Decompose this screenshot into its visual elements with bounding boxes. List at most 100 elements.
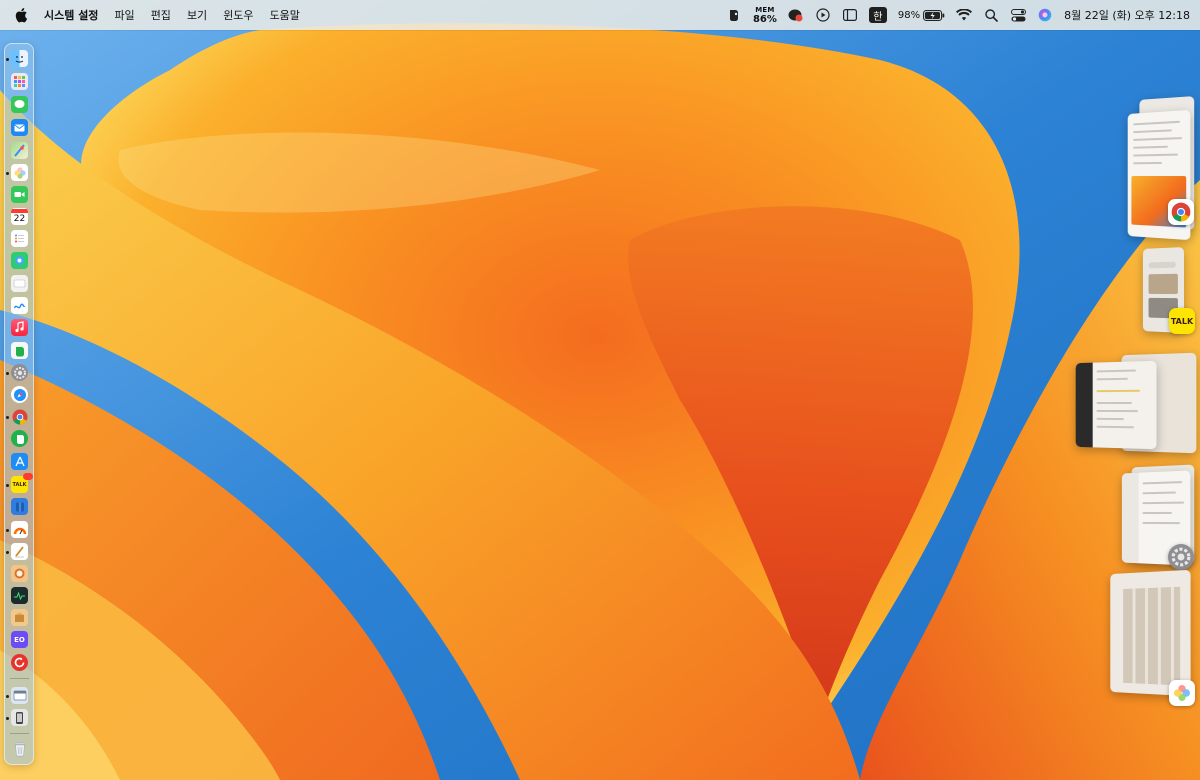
- siri-icon[interactable]: [1037, 7, 1053, 23]
- text-line: [1133, 161, 1162, 165]
- stage-group-chrome[interactable]: [1118, 96, 1198, 243]
- globe-icon: [15, 256, 24, 265]
- stage-group-notes[interactable]: [1070, 352, 1198, 454]
- kakaotalk-icon[interactable]: [788, 7, 804, 23]
- dock-preview[interactable]: [11, 687, 28, 704]
- calendar-day: 22: [13, 213, 26, 224]
- sidebar-icon[interactable]: [842, 7, 858, 23]
- dock-chrome[interactable]: [11, 408, 28, 425]
- box-icon: [15, 612, 24, 622]
- menu-help[interactable]: 도움말: [270, 7, 300, 23]
- photos-icon: [1169, 680, 1195, 706]
- menu-window[interactable]: 윈도우: [223, 7, 253, 23]
- control-center-icon[interactable]: [1010, 7, 1026, 23]
- text-line: [1133, 129, 1172, 134]
- dock-evernote[interactable]: [11, 430, 28, 447]
- text-line: [1096, 377, 1128, 381]
- dock-facetime[interactable]: [11, 186, 28, 203]
- notes-sidebar: [1075, 362, 1093, 448]
- text-line: [1096, 425, 1134, 429]
- facetime-icon: [14, 192, 25, 197]
- battery-percent[interactable]: 98%: [898, 10, 920, 21]
- text-line: [1096, 389, 1141, 393]
- kakaotalk-icon: TALK: [1169, 308, 1195, 334]
- dock-app-3[interactable]: [11, 275, 28, 292]
- dock-app-store[interactable]: [11, 453, 28, 470]
- photo-grid: [1123, 586, 1181, 686]
- input-method-indicator[interactable]: 한: [868, 7, 887, 23]
- chrome-icon: [1168, 199, 1194, 225]
- stage-window-photos: [1110, 569, 1191, 697]
- running-indicator: [6, 551, 9, 554]
- app-store-icon: [14, 456, 25, 466]
- stage-group-kakaotalk[interactable]: TALK: [1136, 246, 1198, 338]
- text-line: [1133, 120, 1181, 126]
- running-indicator: [6, 58, 9, 61]
- text-line: [1096, 369, 1136, 373]
- dock-app-8[interactable]: EO: [11, 631, 28, 648]
- text-line: [1133, 137, 1183, 141]
- text-line: [1096, 417, 1124, 421]
- text-line: [1142, 521, 1181, 525]
- dock-messages[interactable]: [11, 96, 28, 113]
- evernote-icon[interactable]: [726, 7, 742, 23]
- running-indicator: [6, 416, 9, 419]
- text-line: [1133, 145, 1168, 149]
- running-indicator: [6, 484, 9, 487]
- dock-app-7[interactable]: [11, 609, 28, 626]
- kakaotalk-label: TALK: [12, 481, 27, 488]
- dock-iphone-mirroring[interactable]: [11, 709, 28, 726]
- dock-app-2[interactable]: [11, 252, 28, 269]
- dock-app-5[interactable]: [11, 521, 28, 538]
- dock-maps[interactable]: [11, 142, 28, 159]
- kakaotalk-icon-label: TALK: [1170, 316, 1194, 326]
- dock-music[interactable]: [11, 319, 28, 336]
- datetime-clock[interactable]: 8월 22일 (화) 오후 12:18: [1064, 7, 1190, 23]
- dock-system-settings[interactable]: [11, 364, 28, 381]
- stage-group-system-settings[interactable]: [1116, 464, 1198, 574]
- text-line: [1096, 409, 1139, 413]
- dock-textedit[interactable]: [11, 543, 28, 560]
- notification-badge: [23, 473, 33, 480]
- menu-edit[interactable]: 편집: [151, 7, 171, 23]
- app-name-menu[interactable]: 시스템 설정: [44, 7, 98, 23]
- book-icon: [15, 502, 24, 511]
- dock-photos[interactable]: [11, 164, 28, 181]
- dock-evernote-menu[interactable]: [11, 342, 28, 359]
- dock-app-9[interactable]: [11, 654, 28, 671]
- dock-calendar[interactable]: 22: [11, 208, 28, 225]
- menu-file[interactable]: 파일: [114, 7, 134, 23]
- apple-logo-icon[interactable]: [14, 7, 28, 23]
- refresh-icon: [14, 657, 25, 668]
- activity-monitor-icon: [14, 591, 25, 601]
- dock-activity-monitor[interactable]: [11, 587, 28, 604]
- running-indicator: [6, 372, 9, 375]
- stage-group-photos[interactable]: [1104, 568, 1198, 710]
- window-icon: [13, 279, 26, 288]
- eo-label: EO: [14, 635, 25, 644]
- dock-app-4[interactable]: [11, 498, 28, 515]
- chrome-icon: [12, 409, 27, 425]
- running-indicator: [6, 695, 9, 698]
- settings-sidebar: [1121, 472, 1139, 564]
- dock-reminders[interactable]: [11, 230, 28, 247]
- battery-charging-icon[interactable]: [923, 7, 945, 23]
- memory-status[interactable]: MEM 86%: [753, 6, 777, 25]
- evernote-icon: [15, 346, 24, 356]
- dock-app-6[interactable]: [11, 565, 28, 582]
- dock-mail[interactable]: [11, 119, 28, 136]
- dock-safari[interactable]: [11, 386, 28, 403]
- text-line: [1142, 501, 1185, 505]
- wifi-icon[interactable]: [956, 7, 973, 23]
- dock-trash[interactable]: [11, 740, 28, 757]
- text-line: [1133, 153, 1178, 157]
- play-icon[interactable]: [815, 7, 831, 23]
- menu-view[interactable]: 보기: [187, 7, 207, 23]
- dock-launchpad[interactable]: [11, 73, 28, 90]
- preview-window-icon: [13, 690, 26, 701]
- dock-finder[interactable]: [11, 50, 28, 67]
- search-icon[interactable]: [983, 7, 999, 23]
- finder-icon: [15, 56, 24, 63]
- dock-freeform[interactable]: [11, 297, 28, 314]
- gear-icon: [13, 366, 26, 379]
